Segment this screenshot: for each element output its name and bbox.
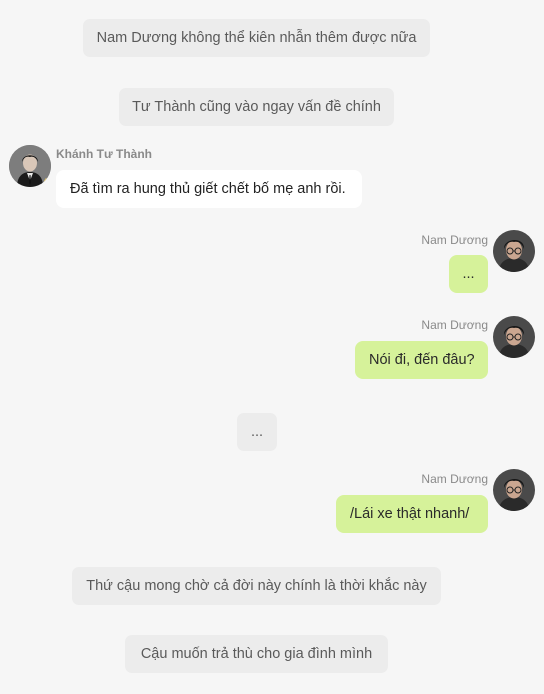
sender-name: Khánh Tư Thành xyxy=(56,147,153,161)
sender-name: Nam Dương xyxy=(421,318,488,332)
narration-bubble: Cậu muốn trả thù cho gia đình mình xyxy=(125,635,388,673)
male-avatar-glasses-icon[interactable] xyxy=(493,469,535,511)
incoming-message-bubble[interactable]: Đã tìm ra hung thủ giết chết bố mẹ anh r… xyxy=(56,170,362,208)
outgoing-message-bubble[interactable]: /Lái xe thật nhanh/ xyxy=(336,495,488,533)
male-avatar-glasses-icon[interactable] xyxy=(493,230,535,272)
sender-name: Nam Dương xyxy=(421,472,488,486)
narration-bubble: Thứ cậu mong chờ cả đời này chính là thờ… xyxy=(72,567,441,605)
narration-bubble: ... xyxy=(237,413,277,451)
male-avatar-suit-icon[interactable] xyxy=(9,145,51,187)
male-avatar-glasses-icon[interactable] xyxy=(493,316,535,358)
outgoing-message-bubble[interactable]: ... xyxy=(449,255,488,293)
narration-bubble: Tư Thành cũng vào ngay vấn đề chính xyxy=(119,88,394,126)
narration-bubble: Nam Dương không thể kiên nhẫn thêm được … xyxy=(83,19,430,57)
sender-name: Nam Dương xyxy=(421,233,488,247)
outgoing-message-bubble[interactable]: Nói đi, đến đâu? xyxy=(355,341,488,379)
